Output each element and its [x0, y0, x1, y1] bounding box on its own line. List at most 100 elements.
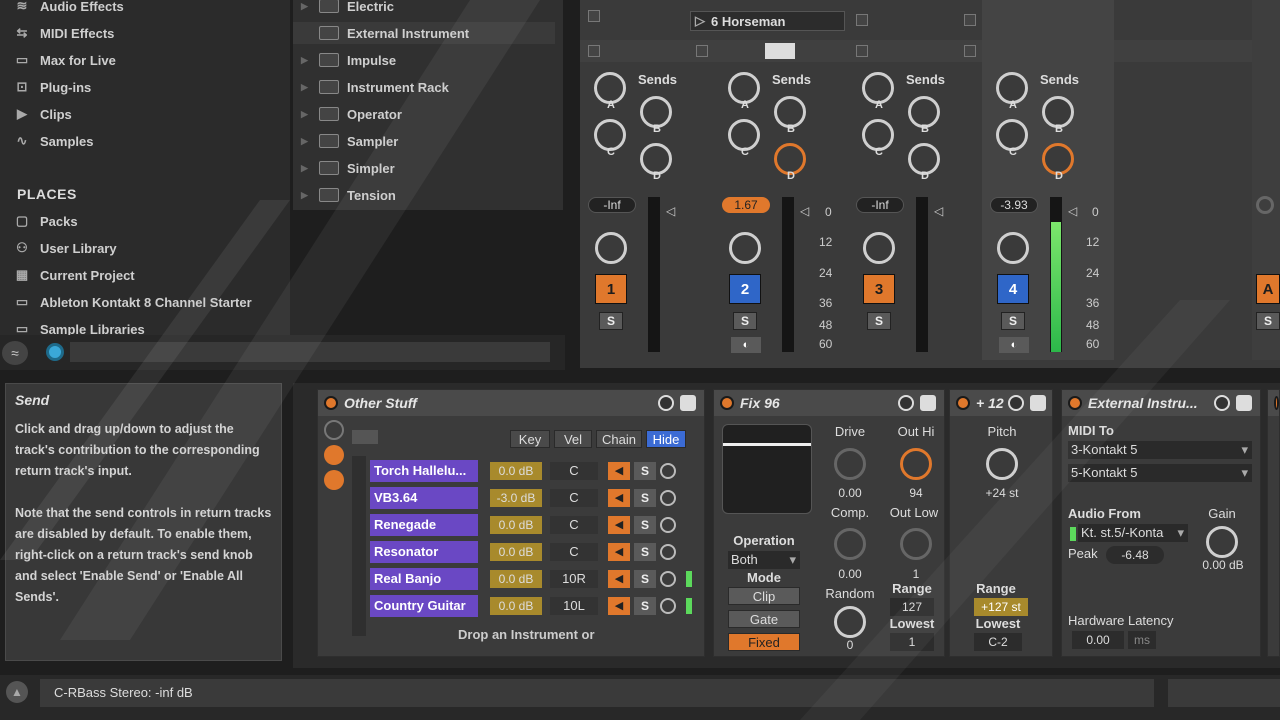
chain-row[interactable]: Renegade 0.0 dB C ◀ S — [370, 514, 700, 536]
device-item[interactable]: ▶ Tension — [301, 184, 396, 206]
device-power-icon[interactable] — [720, 396, 734, 410]
device-macro-icon[interactable] — [1008, 395, 1024, 411]
chain-solo[interactable]: S — [634, 516, 656, 534]
gain-knob[interactable] — [1206, 526, 1238, 558]
speaker-icon[interactable]: ◀ — [608, 516, 630, 534]
save-preset-icon[interactable] — [680, 395, 696, 411]
chain-row[interactable]: Resonator 0.0 dB C ◀ S — [370, 541, 700, 563]
expand-arrow-icon[interactable]: ▶ — [301, 163, 311, 174]
speaker-icon[interactable]: ◀ — [608, 543, 630, 561]
device-power-icon[interactable] — [956, 396, 970, 410]
chain-selector-icon[interactable] — [352, 430, 378, 444]
hardware-latency-value[interactable]: 0.00 — [1072, 631, 1124, 649]
device-item[interactable]: ▶ Instrument Rack — [301, 76, 449, 98]
preview-waveform[interactable] — [70, 342, 550, 362]
midi-channel-dropdown[interactable]: 5-Kontakt 5 — [1068, 464, 1252, 482]
track-activator-button[interactable]: A — [1256, 274, 1280, 304]
chain-pan[interactable]: C — [550, 462, 598, 480]
track-activator-button[interactable]: 3 — [863, 274, 895, 304]
device-item[interactable]: ▶ Impulse — [301, 49, 396, 71]
mode-clip-button[interactable]: Clip — [728, 587, 800, 605]
pitch-knob[interactable] — [986, 448, 1018, 480]
chain-pan[interactable]: C — [550, 543, 598, 561]
device-macro-icon[interactable] — [898, 395, 914, 411]
audio-from-dropdown[interactable]: Kt. st.5/-Konta — [1078, 524, 1188, 542]
chain-name[interactable]: Renegade — [370, 514, 478, 536]
solo-button[interactable]: S — [1256, 312, 1280, 330]
track-activator-button[interactable]: 1 — [595, 274, 627, 304]
solo-button[interactable]: S — [1001, 312, 1025, 330]
device-item[interactable]: ▶ Sampler — [301, 130, 398, 152]
track-volume[interactable]: 1.67 — [722, 197, 770, 213]
places-item-current-project[interactable]: ▦ Current Project — [12, 264, 135, 286]
midi-to-dropdown[interactable]: 3-Kontakt 5 — [1068, 441, 1252, 459]
key-button[interactable]: Key — [510, 430, 550, 448]
chain-hotswap-icon[interactable] — [660, 517, 676, 533]
device-item[interactable]: ▶ Simpler — [301, 157, 395, 179]
mode-gate-button[interactable]: Gate — [728, 610, 800, 628]
device-macro-icon[interactable] — [1214, 395, 1230, 411]
device-power-icon[interactable] — [324, 396, 338, 410]
browser-item-midi-effects[interactable]: ⇆ MIDI Effects — [12, 22, 115, 44]
mode-fixed-button[interactable]: Fixed — [728, 633, 800, 651]
chain-row[interactable]: Country Guitar 0.0 dB 10L ◀ S — [370, 595, 700, 617]
track-volume[interactable]: -Inf — [588, 197, 636, 213]
expand-arrow-icon[interactable]: ▶ — [301, 55, 311, 66]
solo-button[interactable]: S — [599, 312, 623, 330]
chain-hotswap-icon[interactable] — [660, 463, 676, 479]
operation-dropdown[interactable]: Both — [728, 551, 800, 569]
preview-toggle-icon[interactable] — [46, 343, 64, 361]
browser-item-samples[interactable]: ∿ Samples — [12, 130, 94, 152]
chain-hotswap-icon[interactable] — [660, 598, 676, 614]
chain-name[interactable]: Torch Hallelu... — [370, 460, 478, 482]
peak-value[interactable]: -6.48 — [1106, 546, 1164, 564]
save-preset-icon[interactable] — [1030, 395, 1046, 411]
track-activator-button[interactable]: 4 — [997, 274, 1029, 304]
lowest-value[interactable]: C-2 — [974, 633, 1022, 651]
browser-item-audio-effects[interactable]: ≋ Audio Effects — [12, 0, 124, 17]
volume-fader-icon[interactable]: ◁ — [934, 204, 943, 218]
speaker-icon[interactable]: ◀ — [608, 462, 630, 480]
out-low-knob[interactable] — [900, 528, 932, 560]
pan-knob[interactable] — [997, 232, 1029, 264]
drive-knob[interactable] — [834, 448, 866, 480]
volume-fader-icon[interactable]: ◁ — [800, 204, 809, 218]
volume-fader-icon[interactable]: ◁ — [666, 204, 675, 218]
rack-macro-toggle-icon[interactable] — [324, 420, 344, 440]
device-item-selected[interactable]: External Instrument — [293, 22, 555, 44]
pan-knob[interactable] — [729, 232, 761, 264]
places-item-packs[interactable]: ▢ Packs — [12, 210, 78, 232]
speaker-icon[interactable]: ◀ — [608, 570, 630, 588]
device-item[interactable]: ▶ Operator — [301, 103, 402, 125]
expand-arrow-icon[interactable]: ▶ — [301, 109, 311, 120]
chain-name[interactable]: VB3.64 — [370, 487, 478, 509]
lowest-value[interactable]: 1 — [890, 633, 934, 651]
device-macro-icon[interactable] — [658, 395, 674, 411]
range-value[interactable]: 127 — [890, 598, 934, 616]
chain-volume[interactable]: -3.0 dB — [490, 489, 542, 507]
chain-volume[interactable]: 0.0 dB — [490, 543, 542, 561]
track-volume[interactable]: -Inf — [856, 197, 904, 213]
pan-knob[interactable] — [595, 232, 627, 264]
hide-button[interactable]: Hide — [646, 430, 686, 448]
pan-knob[interactable] — [863, 232, 895, 264]
rack-devices-icon[interactable] — [324, 470, 344, 490]
device-power-icon[interactable] — [1274, 396, 1279, 410]
chain-row[interactable]: Real Banjo 0.0 dB 10R ◀ S — [370, 568, 700, 590]
browser-item-clips[interactable]: ▶ Clips — [12, 103, 72, 125]
chain-volume[interactable]: 0.0 dB — [490, 516, 542, 534]
chain-pan[interactable]: 10R — [550, 570, 598, 588]
chain-solo[interactable]: S — [634, 489, 656, 507]
monitor-icon[interactable]: ◐ — [731, 337, 761, 353]
chain-hotswap-icon[interactable] — [660, 490, 676, 506]
solo-button[interactable]: S — [867, 312, 891, 330]
expand-arrow-icon[interactable]: ▶ — [301, 136, 311, 147]
chain-solo[interactable]: S — [634, 597, 656, 615]
speaker-icon[interactable]: ◀ — [608, 489, 630, 507]
places-item-kontakt-starter[interactable]: ▭ Ableton Kontakt 8 Channel Starter — [12, 291, 252, 313]
rack-chain-list-icon[interactable] — [324, 445, 344, 465]
chain-volume[interactable]: 0.0 dB — [490, 597, 542, 615]
chain-hotswap-icon[interactable] — [660, 544, 676, 560]
groove-pool-icon[interactable]: ≈ — [2, 341, 28, 365]
chain-name[interactable]: Real Banjo — [370, 568, 478, 590]
